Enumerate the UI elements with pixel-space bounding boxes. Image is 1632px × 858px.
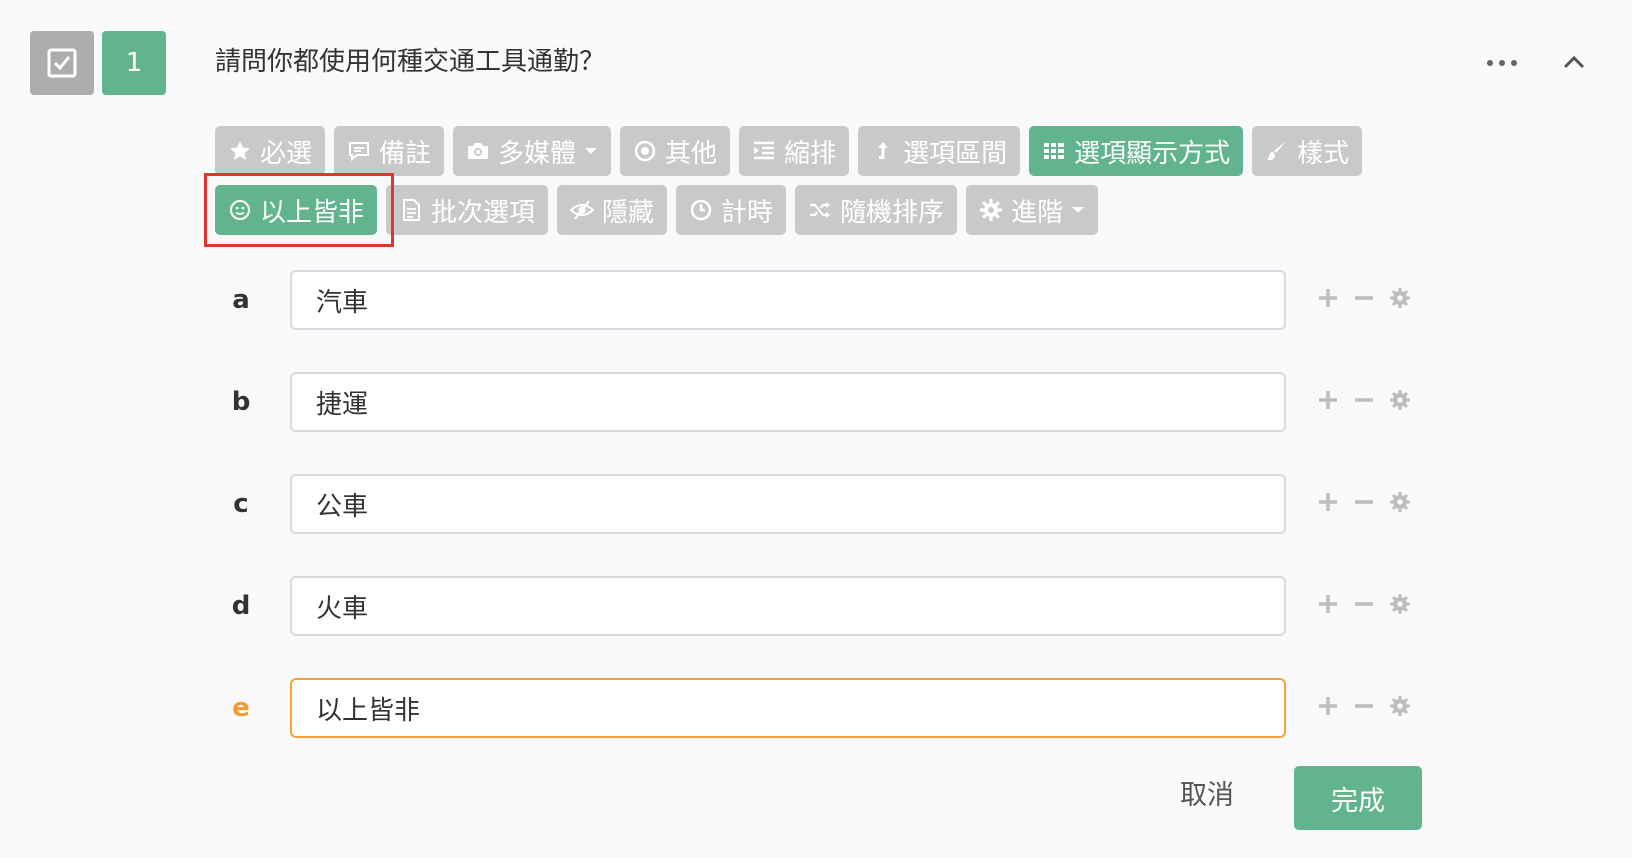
more-horizontal-icon[interactable] [1487,58,1517,68]
hide-button[interactable]: 隱藏 [557,185,668,235]
timer-label: 計時 [721,197,774,228]
gear-icon[interactable] [1388,592,1412,616]
minus-icon[interactable] [1352,694,1376,718]
plus-icon[interactable] [1316,490,1340,514]
option-letter: a [232,285,250,315]
range-label: 選項區間 [903,138,1008,169]
option-actions [1316,388,1412,412]
hide-label: 隱藏 [602,197,655,228]
display-mode-button[interactable]: 選項顯示方式 [1029,126,1244,176]
checkbox-icon [47,48,77,78]
required-button[interactable]: 必選 [215,126,326,176]
star-icon [230,141,250,160]
gear-icon[interactable] [1388,286,1412,310]
option-input[interactable] [290,474,1286,534]
gear-icon[interactable] [1388,694,1412,718]
gear-icon[interactable] [1388,490,1412,514]
option-input[interactable] [290,372,1286,432]
plus-icon[interactable] [1316,592,1340,616]
eye-slash-icon [570,200,595,220]
batch-options-button[interactable]: 批次選項 [386,185,549,235]
timer-button[interactable]: 計時 [676,185,787,235]
option-letter: c [233,489,249,519]
camera-icon [468,143,489,159]
option-letter: b [231,387,251,417]
range-button[interactable]: 選項區間 [858,126,1021,176]
note-button[interactable]: 備註 [334,126,445,176]
minus-icon[interactable] [1352,490,1376,514]
option-actions [1316,592,1412,616]
style-button[interactable]: 樣式 [1252,126,1363,176]
minus-icon[interactable] [1352,592,1376,616]
display-mode-label: 選項顯示方式 [1074,138,1231,169]
option-row: c [226,474,1436,534]
cancel-button[interactable]: 取消 [1170,766,1244,826]
file-icon [403,199,421,221]
question-type-badge[interactable] [30,31,94,95]
none-of-above-button[interactable]: 以上皆非 [215,185,378,235]
media-label: 多媒體 [498,138,577,169]
minus-icon[interactable] [1352,388,1376,412]
toolbar-row-2: 以上皆非 批次選項 隱藏 計時 隨機排序 進階 [215,185,1099,235]
option-letter: e [232,693,250,723]
none-of-above-label: 以上皆非 [260,197,365,228]
option-actions [1316,490,1412,514]
grid-icon [1044,143,1065,159]
clock-icon [690,199,712,221]
arrow-up-icon [878,142,889,159]
option-input[interactable] [290,270,1286,330]
indent-button[interactable]: 縮排 [739,126,850,176]
other-label: 其他 [665,138,718,169]
option-actions [1316,694,1412,718]
done-button[interactable]: 完成 [1294,766,1422,830]
option-row: d [226,576,1436,636]
question-number: 1 [102,31,166,95]
caret-down-icon [1072,207,1085,213]
option-actions [1316,286,1412,310]
media-dropdown-button[interactable]: 多媒體 [453,126,612,176]
option-input[interactable] [290,678,1286,738]
caret-down-icon [585,148,598,154]
gear-icon[interactable] [1388,388,1412,412]
random-order-label: 隨機排序 [840,197,945,228]
radio-icon [634,140,656,162]
option-row: a [226,270,1436,330]
gear-icon [980,199,1003,221]
plus-icon[interactable] [1316,388,1340,412]
option-row: b [226,372,1436,432]
style-label: 樣式 [1297,138,1350,169]
shuffle-icon [810,202,831,218]
plus-icon[interactable] [1316,286,1340,310]
random-order-button[interactable]: 隨機排序 [795,185,958,235]
other-button[interactable]: 其他 [620,126,731,176]
advanced-dropdown-button[interactable]: 進階 [966,185,1099,235]
required-label: 必選 [260,138,313,169]
indent-icon [754,141,775,160]
advanced-label: 進階 [1011,197,1064,228]
toolbar-row-1: 必選 備註 多媒體 其他 縮排 選項區間 選項顯示方式 樣式 [215,126,1363,176]
option-letter: d [231,591,251,621]
smile-icon [230,200,250,220]
brush-icon [1267,141,1287,161]
minus-icon[interactable] [1352,286,1376,310]
chevron-up-icon[interactable] [1562,52,1586,72]
indent-label: 縮排 [784,138,837,169]
comment-icon [349,142,370,162]
batch-options-label: 批次選項 [431,197,536,228]
option-input[interactable] [290,576,1286,636]
note-label: 備註 [379,138,432,169]
plus-icon[interactable] [1316,694,1340,718]
question-title[interactable]: 請問你都使用何種交通工具通勤？ [215,44,605,80]
option-row: e [226,678,1436,738]
